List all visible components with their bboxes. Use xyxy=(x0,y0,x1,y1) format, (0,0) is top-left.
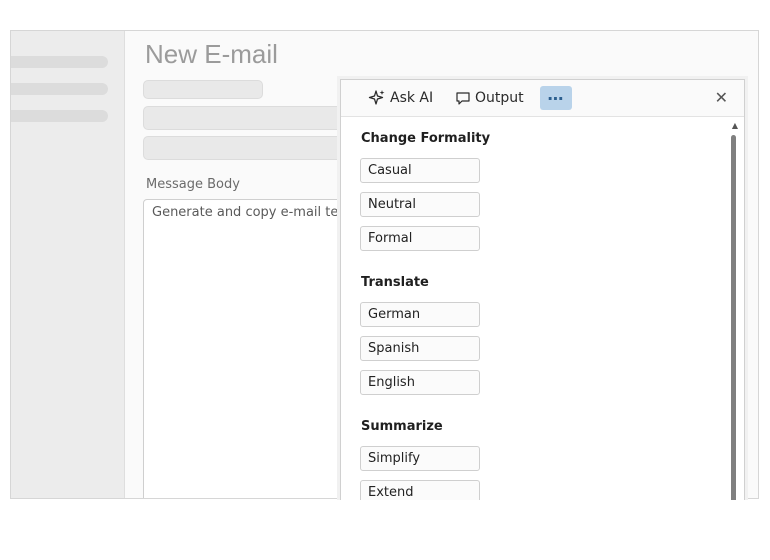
recipient-placeholder-field[interactable] xyxy=(143,106,353,130)
option-simplify[interactable]: Simplify xyxy=(360,446,480,471)
option-casual[interactable]: Casual xyxy=(360,158,480,183)
close-icon: ✕ xyxy=(714,88,728,107)
more-options-button[interactable]: ⋯ xyxy=(540,86,572,110)
page-title: New E-mail xyxy=(145,39,278,69)
sender-placeholder-field[interactable] xyxy=(143,80,263,99)
ask-ai-button[interactable]: Ask AI xyxy=(368,87,433,109)
sidebar-placeholder-item[interactable] xyxy=(11,56,108,68)
sidebar-placeholder-item[interactable] xyxy=(11,110,108,122)
option-neutral[interactable]: Neutral xyxy=(360,192,480,217)
sidebar-placeholder-item[interactable] xyxy=(11,83,108,95)
speech-bubble-icon xyxy=(456,92,470,105)
option-spanish[interactable]: Spanish xyxy=(360,336,480,361)
sidebar xyxy=(11,31,125,498)
option-german[interactable]: German xyxy=(360,302,480,327)
section-title-translate: Translate xyxy=(361,275,429,290)
sparkle-icon xyxy=(368,90,385,105)
page-bottom-margin xyxy=(0,500,770,560)
ai-panel-toolbar: Ask AI Output ⋯ ✕ xyxy=(341,80,744,117)
option-english[interactable]: English xyxy=(360,370,480,395)
ask-ai-label: Ask AI xyxy=(390,90,434,106)
scrollbar-thumb[interactable] xyxy=(731,135,736,505)
section-title-change-formality: Change Formality xyxy=(361,131,491,146)
output-label: Output xyxy=(475,90,524,106)
option-formal[interactable]: Formal xyxy=(360,226,480,251)
scroll-up-arrow-icon[interactable]: ▲ xyxy=(732,121,738,130)
message-body-label: Message Body xyxy=(146,177,240,192)
more-dots-icon: ⋯ xyxy=(547,88,565,108)
output-button[interactable]: Output xyxy=(455,87,524,109)
section-title-summarize: Summarize xyxy=(361,419,443,434)
close-button[interactable]: ✕ xyxy=(715,88,728,107)
subject-placeholder-field[interactable] xyxy=(143,136,353,160)
ai-assistant-panel: Ask AI Output ⋯ ✕ ▲ Change Formality Cas… xyxy=(340,79,745,509)
